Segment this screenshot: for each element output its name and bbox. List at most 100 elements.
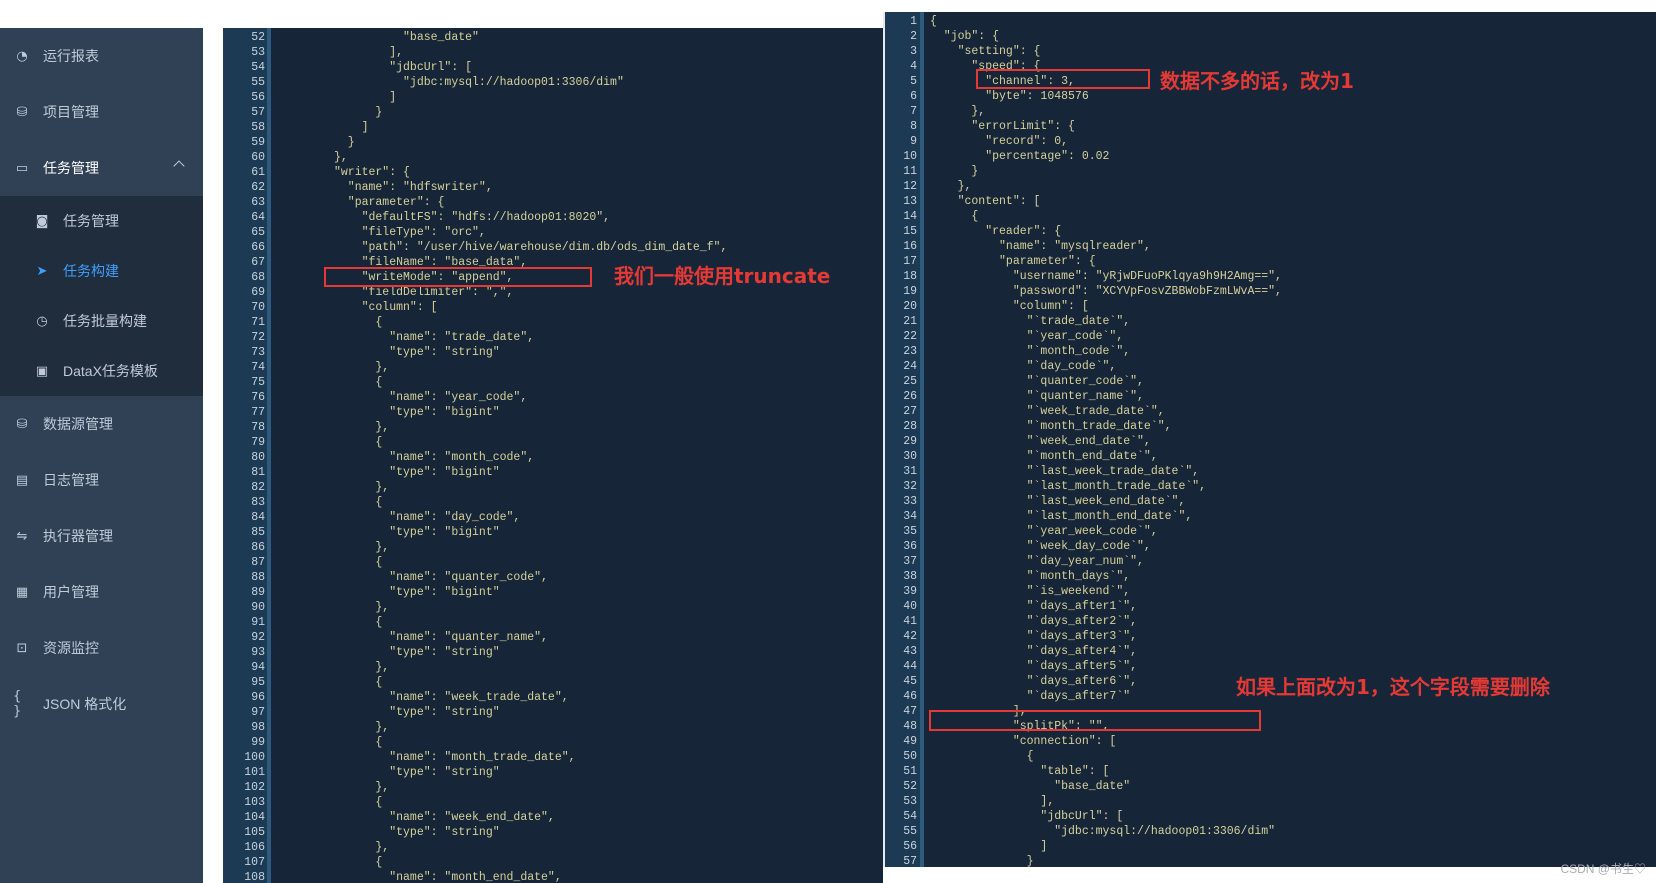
line-number: 22: [903, 330, 917, 343]
code-line: },: [334, 151, 348, 164]
line-number: 103: [244, 796, 265, 809]
code-line: },: [334, 541, 390, 554]
gutter-divider: [920, 12, 924, 867]
sidebar-item-datasource[interactable]: ⛁ 数据源管理: [0, 396, 203, 452]
code-line: "percentage": 0.02: [930, 150, 1110, 163]
code-line: },: [334, 781, 390, 794]
sidebar-item-json-format[interactable]: { } JSON 格式化: [0, 676, 203, 732]
line-number: 99: [251, 736, 265, 749]
code-line: "`day_year_num`",: [930, 555, 1144, 568]
line-number: 29: [903, 435, 917, 448]
line-number: 5: [910, 75, 917, 88]
code-line: "connection": [: [930, 735, 1117, 748]
line-number: 7: [910, 105, 917, 118]
line-number: 31: [903, 465, 917, 478]
line-number: 25: [903, 375, 917, 388]
code-line: {: [930, 210, 979, 223]
code-line: "`month_days`",: [930, 570, 1131, 583]
content-gap: [203, 28, 223, 883]
code-line: "errorLimit": {: [930, 120, 1075, 133]
line-number: 10: [903, 150, 917, 163]
line-number: 27: [903, 405, 917, 418]
code-line: "name": "day_code",: [334, 511, 521, 524]
line-number: 52: [903, 780, 917, 793]
sidebar-item-resource-monitor[interactable]: ⊡ 资源监控: [0, 620, 203, 676]
sidebar-item-run-report[interactable]: ◔ 运行报表: [0, 28, 203, 84]
submenu-item-label: 任务管理: [63, 213, 119, 229]
submenu-item-task-build[interactable]: ➤ 任务构建: [0, 246, 203, 296]
code-line: "jdbcUrl": [: [930, 810, 1124, 823]
line-number: 41: [903, 615, 917, 628]
sidebar-item-label: 用户管理: [43, 584, 99, 600]
code-line: "content": [: [930, 195, 1041, 208]
code-line: "type": "string": [334, 706, 500, 719]
submenu-item-batch-build[interactable]: ◷ 任务批量构建: [0, 296, 203, 346]
line-number: 18: [903, 270, 917, 283]
sidebar-item-log[interactable]: ▤ 日志管理: [0, 452, 203, 508]
datasource-icon: ⛁: [16, 416, 28, 432]
line-number: 20: [903, 300, 917, 313]
code-line: "`day_code`",: [930, 360, 1117, 373]
submenu-item-task-management[interactable]: ◙ 任务管理: [0, 196, 203, 246]
line-number: 89: [251, 586, 265, 599]
line-number: 96: [251, 691, 265, 704]
code-line: {: [334, 796, 383, 809]
code-line: },: [334, 421, 390, 434]
writemode-highlight-box: [324, 267, 592, 287]
line-number: 98: [251, 721, 265, 734]
line-number: 34: [903, 510, 917, 523]
code-line: "`week_day_code`",: [930, 540, 1151, 553]
code-line: "name": "year_code",: [334, 391, 528, 404]
code-line: },: [334, 601, 390, 614]
code-line: }: [334, 136, 355, 149]
send-icon: ➤: [36, 263, 48, 279]
code-line: "name": "week_end_date",: [334, 811, 555, 824]
writemode-annotation: 我们一般使用truncate: [614, 264, 831, 288]
line-number: 12: [903, 180, 917, 193]
line-number: 57: [903, 855, 917, 867]
line-number: 93: [251, 646, 265, 659]
submenu-item-label: 任务批量构建: [63, 313, 147, 329]
code-line: {: [334, 496, 383, 509]
line-number: 80: [251, 451, 265, 464]
line-number: 53: [903, 795, 917, 808]
code-line: "jdbcUrl": [: [334, 61, 473, 74]
line-number: 23: [903, 345, 917, 358]
line-number: 74: [251, 361, 265, 374]
code-line: "name": "mysqlreader",: [930, 240, 1151, 253]
line-number: 50: [903, 750, 917, 763]
code-line: "type": "string": [334, 766, 500, 779]
sidebar-item-label: 资源监控: [43, 640, 99, 656]
code-line: }: [334, 106, 383, 119]
code-line: "column": [: [930, 300, 1089, 313]
line-number: 36: [903, 540, 917, 553]
line-number: 44: [903, 660, 917, 673]
code-line: },: [334, 721, 390, 734]
left-json-editor[interactable]: 52 "base_date" 53 ], 54 "jdbcUrl": [55 "jd…: [223, 28, 883, 883]
code-line: "name": "trade_date",: [334, 331, 535, 344]
code-line: "`last_month_end_date`",: [930, 510, 1193, 523]
gutter-divider: [267, 28, 271, 883]
sidebar-item-task-management[interactable]: ▭ 任务管理: [0, 140, 203, 196]
right-json-editor[interactable]: 1{2 "job": {3 "setting": {4 "speed": {5 …: [883, 12, 1656, 867]
sidebar-item-project[interactable]: ⛁ 项目管理: [0, 84, 203, 140]
line-number: 43: [903, 645, 917, 658]
grid-icon: ▦: [15, 584, 29, 600]
sidebar-item-label: 项目管理: [43, 104, 99, 120]
line-number: 64: [251, 211, 265, 224]
line-number: 107: [244, 856, 265, 869]
line-number: 77: [251, 406, 265, 419]
code-line: "name": "hdfswriter",: [334, 181, 493, 194]
sidebar-item-executor[interactable]: ⇋ 执行器管理: [0, 508, 203, 564]
code-line: ]: [930, 840, 1048, 853]
sidebar-item-user[interactable]: ▦ 用户管理: [0, 564, 203, 620]
code-line: ],: [930, 795, 1055, 808]
code-line: "jdbc:mysql://hadoop01:3306/dim": [930, 825, 1276, 838]
code-line: "`quanter_code`",: [930, 375, 1144, 388]
sidebar-item-label: 任务管理: [43, 160, 99, 176]
line-number: 54: [903, 810, 917, 823]
submenu-item-datax-template[interactable]: ▣ DataX任务模板: [0, 346, 203, 396]
line-number: 21: [903, 315, 917, 328]
line-number: 79: [251, 436, 265, 449]
line-number: 78: [251, 421, 265, 434]
